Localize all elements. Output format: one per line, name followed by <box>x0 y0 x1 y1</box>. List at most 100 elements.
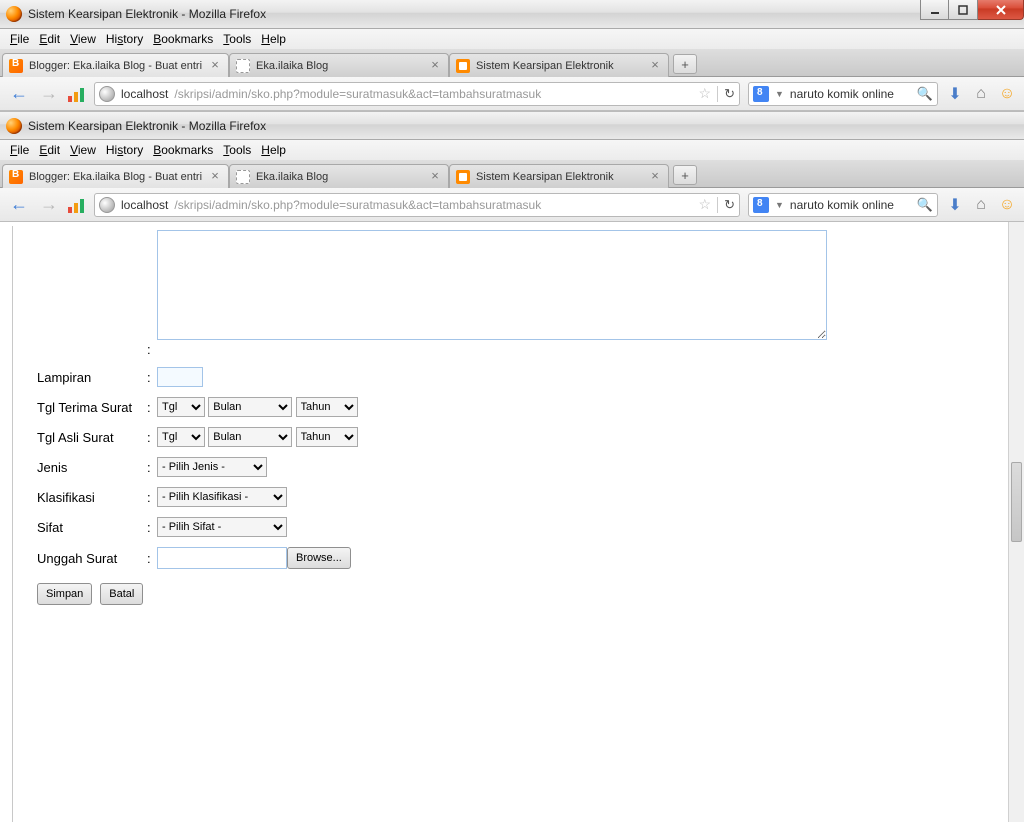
url-path: /skripsi/admin/sko.php?module=suratmasuk… <box>174 87 541 101</box>
search-bar[interactable]: ▼ naruto komik online 🔍 <box>748 82 938 106</box>
bookmark-star-icon[interactable]: ☆ <box>699 85 712 102</box>
smiley-icon[interactable]: ☺ <box>998 85 1016 103</box>
close-icon[interactable]: × <box>648 59 662 73</box>
colon: : <box>147 400 157 415</box>
tab-label: Eka.ilaika Blog <box>256 60 422 72</box>
forward-button[interactable]: → <box>38 194 60 216</box>
file-path-input[interactable] <box>157 547 287 569</box>
browse-button[interactable]: Browse... <box>287 547 351 569</box>
tab-label: Sistem Kearsipan Elektronik <box>476 171 642 183</box>
close-icon[interactable]: × <box>428 59 442 73</box>
colon: : <box>147 430 157 445</box>
tab-sistem[interactable]: Sistem Kearsipan Elektronik × <box>449 164 669 188</box>
tabstrip-1: Blogger: Eka.ilaika Blog - Buat entri × … <box>0 49 1024 77</box>
tab-sistem[interactable]: Sistem Kearsipan Elektronik × <box>449 53 669 77</box>
url-bar[interactable]: localhost/skripsi/admin/sko.php?module=s… <box>94 82 740 106</box>
new-tab-button[interactable]: + <box>673 165 697 185</box>
menu-history[interactable]: History <box>102 141 147 159</box>
menu-tools[interactable]: Tools <box>219 141 255 159</box>
tgl-terima-tahun-select[interactable]: Tahun <box>296 397 358 417</box>
klasifikasi-select[interactable]: - Pilih Klasifikasi - <box>157 487 287 507</box>
menubar-2: File Edit View History Bookmarks Tools H… <box>0 140 1024 160</box>
home-icon[interactable]: ⌂ <box>972 85 990 103</box>
menu-history[interactable]: History <box>102 30 147 48</box>
reload-icon[interactable]: ↻ <box>724 197 735 213</box>
menu-help[interactable]: Help <box>257 141 290 159</box>
close-button[interactable] <box>978 0 1024 20</box>
menu-view[interactable]: View <box>66 141 100 159</box>
minimize-button[interactable] <box>920 0 949 20</box>
tgl-terima-bulan-select[interactable]: Bulan <box>208 397 292 417</box>
scrollbar[interactable] <box>1008 222 1024 822</box>
smiley-icon[interactable]: ☺ <box>998 196 1016 214</box>
google-icon <box>753 197 769 213</box>
chevron-down-icon[interactable]: ▼ <box>775 89 784 99</box>
simpan-button[interactable]: Simpan <box>37 583 92 605</box>
forward-button[interactable]: → <box>38 83 60 105</box>
site-icon <box>456 59 470 73</box>
tab-label: Blogger: Eka.ilaika Blog - Buat entri <box>29 60 202 72</box>
close-icon[interactable]: × <box>648 170 662 184</box>
window-controls <box>920 0 1024 20</box>
tgl-terima-tgl-select[interactable]: Tgl <box>157 397 205 417</box>
chevron-down-icon[interactable]: ▼ <box>775 200 784 210</box>
window-title: Sistem Kearsipan Elektronik - Mozilla Fi… <box>28 7 266 21</box>
downloads-icon[interactable]: ⬇ <box>946 85 964 103</box>
sifat-select[interactable]: - Pilih Sifat - <box>157 517 287 537</box>
back-button[interactable]: ← <box>8 194 30 216</box>
downloads-icon[interactable]: ⬇ <box>946 196 964 214</box>
home-icon[interactable]: ⌂ <box>972 196 990 214</box>
maximize-button[interactable] <box>949 0 978 20</box>
isi-textarea[interactable] <box>157 230 827 340</box>
close-icon[interactable]: × <box>208 59 222 73</box>
tgl-asli-tgl-select[interactable]: Tgl <box>157 427 205 447</box>
lampiran-input[interactable] <box>157 367 203 387</box>
page-icon <box>236 59 250 73</box>
window-titlebar-2: Sistem Kearsipan Elektronik - Mozilla Fi… <box>0 111 1024 140</box>
search-query: naruto komik online <box>790 87 911 101</box>
menu-tools[interactable]: Tools <box>219 30 255 48</box>
tgl-asli-bulan-select[interactable]: Bulan <box>208 427 292 447</box>
site-icon <box>456 170 470 184</box>
back-button[interactable]: ← <box>8 83 30 105</box>
tab-blogger[interactable]: Blogger: Eka.ilaika Blog - Buat entri × <box>2 53 229 77</box>
menu-help[interactable]: Help <box>257 30 290 48</box>
menu-edit[interactable]: Edit <box>35 30 64 48</box>
new-tab-button[interactable]: + <box>673 54 697 74</box>
url-bar[interactable]: localhost/skripsi/admin/sko.php?module=s… <box>94 193 740 217</box>
search-bar[interactable]: ▼ naruto komik online 🔍 <box>748 193 938 217</box>
window-title: Sistem Kearsipan Elektronik - Mozilla Fi… <box>28 119 266 133</box>
seoquake-icon[interactable] <box>68 86 86 102</box>
page-icon <box>236 170 250 184</box>
batal-button[interactable]: Batal <box>100 583 143 605</box>
scrollbar-thumb[interactable] <box>1011 462 1022 542</box>
tgl-asli-tahun-select[interactable]: Tahun <box>296 427 358 447</box>
menu-bookmarks[interactable]: Bookmarks <box>149 30 217 48</box>
jenis-select[interactable]: - Pilih Jenis - <box>157 457 267 477</box>
menubar-1: File Edit View History Bookmarks Tools H… <box>0 29 1024 49</box>
google-icon <box>753 86 769 102</box>
bookmark-star-icon[interactable]: ☆ <box>699 196 712 213</box>
search-icon[interactable]: 🔍 <box>917 197 933 213</box>
search-query: naruto komik online <box>790 198 911 212</box>
firefox-icon <box>6 118 22 134</box>
blogger-icon <box>9 59 23 73</box>
jenis-label: Jenis <box>37 460 147 475</box>
klasifikasi-label: Klasifikasi <box>37 490 147 505</box>
search-icon[interactable]: 🔍 <box>917 86 933 102</box>
tgl-asli-label: Tgl Asli Surat <box>37 430 147 445</box>
menu-bookmarks[interactable]: Bookmarks <box>149 141 217 159</box>
menu-file[interactable]: File <box>6 30 33 48</box>
menu-view[interactable]: View <box>66 30 100 48</box>
tab-blogger[interactable]: Blogger: Eka.ilaika Blog - Buat entri × <box>2 164 229 188</box>
tab-ekailaika[interactable]: Eka.ilaika Blog × <box>229 164 449 188</box>
close-icon[interactable]: × <box>428 170 442 184</box>
reload-icon[interactable]: ↻ <box>724 86 735 102</box>
close-icon[interactable]: × <box>208 170 222 184</box>
menu-file[interactable]: File <box>6 141 33 159</box>
menu-edit[interactable]: Edit <box>35 141 64 159</box>
tabstrip-2: Blogger: Eka.ilaika Blog - Buat entri × … <box>0 160 1024 188</box>
colon: : <box>147 342 157 357</box>
seoquake-icon[interactable] <box>68 197 86 213</box>
tab-ekailaika[interactable]: Eka.ilaika Blog × <box>229 53 449 77</box>
